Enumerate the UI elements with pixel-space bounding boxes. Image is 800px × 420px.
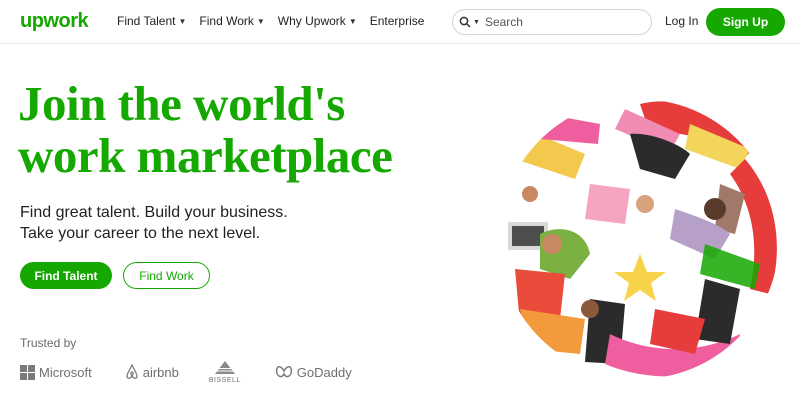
- search-bar: ▼: [452, 9, 652, 35]
- microsoft-logo-text: Microsoft: [39, 364, 92, 380]
- nav-enterprise[interactable]: Enterprise: [370, 14, 425, 28]
- chevron-down-icon: ▼: [256, 16, 265, 26]
- nav-find-work[interactable]: Find Work ▼: [199, 14, 264, 28]
- trusted-by-label: Trusted by: [20, 336, 77, 350]
- hero-illustration: [499, 99, 779, 379]
- search-input[interactable]: [484, 15, 635, 29]
- trusted-brand-logos: Microsoft airbnb BISSELL GoDaddy: [20, 358, 352, 386]
- signup-button[interactable]: Sign Up: [706, 8, 785, 36]
- top-navigation-bar: upwork Find Talent ▼ Find Work ▼ Why Upw…: [0, 0, 800, 44]
- nav-why-upwork[interactable]: Why Upwork ▼: [278, 14, 357, 28]
- nav-why-upwork-label: Why Upwork: [277, 14, 346, 28]
- chevron-down-icon: ▼: [178, 16, 187, 26]
- bissell-logo-icon: [214, 360, 235, 374]
- godaddy-logo-text: GoDaddy: [296, 364, 352, 380]
- search-type-dropdown-icon[interactable]: ▼: [473, 19, 480, 26]
- nav-find-talent-label: Find Talent: [117, 14, 176, 28]
- microsoft-logo-icon: [20, 364, 35, 380]
- airbnb-logo: airbnb: [125, 364, 179, 380]
- hero-subtitle-line: Find great talent. Build your business.: [20, 204, 288, 221]
- bissell-logo-text: BISSELL: [208, 376, 241, 384]
- nav-find-work-label: Find Work: [199, 14, 254, 28]
- main-nav: Find Talent ▼ Find Work ▼ Why Upwork ▼ E…: [117, 14, 424, 28]
- chevron-down-icon: ▼: [348, 16, 357, 26]
- find-work-button[interactable]: Find Work: [123, 262, 210, 289]
- microsoft-logo: Microsoft: [20, 364, 92, 380]
- hero-title: Join the world's work marketplace: [18, 78, 478, 182]
- find-talent-button[interactable]: Find Talent: [20, 262, 112, 289]
- login-link[interactable]: Log In: [665, 14, 698, 28]
- nav-enterprise-label: Enterprise: [369, 14, 425, 28]
- nav-find-talent[interactable]: Find Talent ▼: [117, 14, 186, 28]
- upwork-logo[interactable]: upwork: [20, 10, 89, 33]
- godaddy-logo-icon: [275, 366, 292, 378]
- godaddy-logo: GoDaddy: [275, 365, 352, 380]
- hero-title-line: Join the world's: [18, 76, 345, 131]
- hero-subtitle: Find great talent. Build your business. …: [20, 202, 288, 244]
- airbnb-logo-text: airbnb: [142, 364, 179, 380]
- bissell-logo: BISSELL: [208, 360, 241, 384]
- search-icon[interactable]: [459, 16, 471, 28]
- airbnb-logo-icon: [126, 364, 138, 379]
- hero-title-line: work marketplace: [18, 128, 393, 183]
- hero-subtitle-line: Take your career to the next level.: [20, 225, 261, 242]
